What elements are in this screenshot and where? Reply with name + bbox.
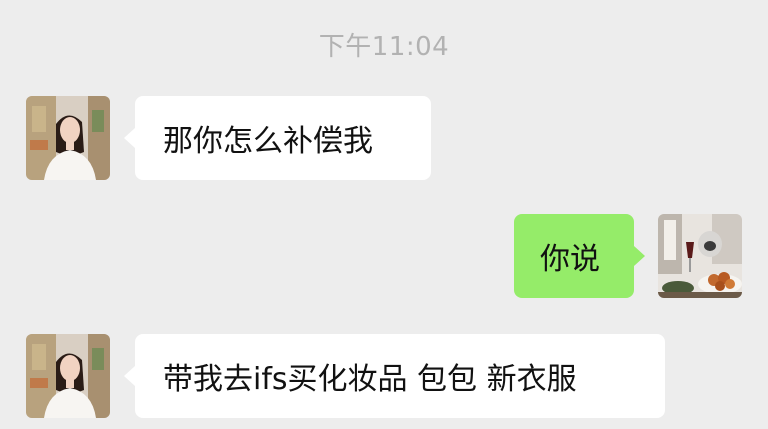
my-avatar[interactable]: [658, 214, 742, 298]
bubble-tail: [634, 246, 645, 266]
message-bubble-outgoing[interactable]: 你说: [514, 214, 634, 298]
message-text: 那你怎么补偿我: [163, 124, 373, 159]
contact-avatar[interactable]: [26, 96, 110, 180]
bubble-tail: [124, 128, 135, 148]
message-bubble-incoming[interactable]: 那你怎么补偿我: [135, 96, 431, 180]
message-bubble-incoming[interactable]: 带我去ifs买化妆品 包包 新衣服: [135, 334, 665, 418]
bubble-tail: [124, 366, 135, 386]
message-text: 你说: [540, 242, 600, 277]
chat-timestamp: 下午11:04: [318, 32, 450, 62]
contact-avatar[interactable]: [26, 334, 110, 418]
message-text: 带我去ifs买化妆品 包包 新衣服: [163, 362, 577, 397]
